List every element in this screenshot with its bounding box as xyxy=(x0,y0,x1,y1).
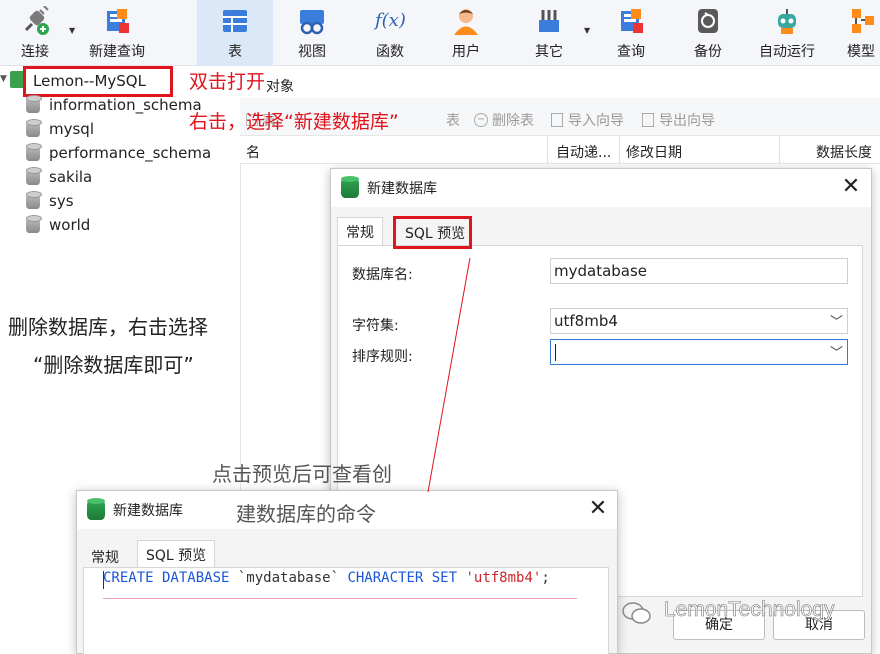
watermark-text: LemonTechnology xyxy=(664,598,835,622)
pointer-line xyxy=(427,257,471,493)
wechat-icon xyxy=(622,601,652,625)
pointer-line-overlay xyxy=(427,257,471,493)
